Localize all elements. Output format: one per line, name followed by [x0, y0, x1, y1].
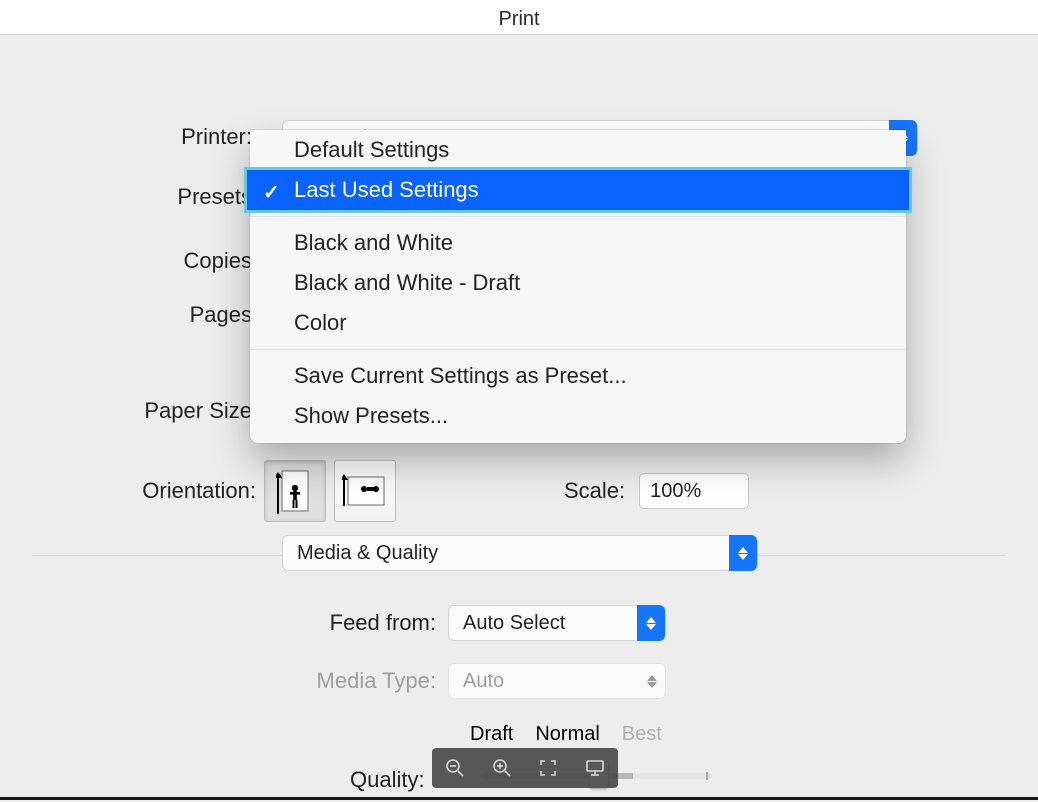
quality-tick-draft: Draft	[470, 723, 513, 746]
media-type-label: Media Type:	[0, 668, 448, 694]
print-dialog: WeWork Printer: Presets Copies Pages Pap…	[0, 34, 1038, 802]
preset-item-bw-draft[interactable]: Black and White - Draft	[250, 263, 906, 303]
present-icon[interactable]	[582, 755, 608, 781]
orientation-landscape-button[interactable]	[334, 460, 396, 522]
printer-label: Printer:	[0, 124, 260, 150]
preset-item-default[interactable]: Default Settings	[250, 130, 906, 170]
orientation-portrait-button[interactable]	[264, 460, 326, 522]
bottom-border	[0, 797, 1038, 800]
quality-tick-best: Best	[622, 723, 662, 746]
media-row: Media Type: Auto	[0, 663, 666, 699]
orientation-label: Orientation:	[0, 478, 264, 504]
zoom-out-icon[interactable]	[442, 755, 468, 781]
quality-label: Quality:	[350, 767, 425, 793]
scale-value: 100%	[650, 480, 701, 503]
preset-item-save[interactable]: Save Current Settings as Preset...	[250, 356, 906, 396]
preset-item-show[interactable]: Show Presets...	[250, 396, 906, 443]
presets-label: Presets	[0, 184, 260, 210]
quality-tick-labels: Draft Normal Best	[470, 723, 662, 746]
dialog-title: Print	[498, 8, 539, 31]
scale-label: Scale:	[564, 478, 625, 504]
zoom-in-icon[interactable]	[489, 755, 515, 781]
scale-input[interactable]: 100%	[639, 473, 749, 509]
menu-separator	[250, 349, 906, 350]
orientation-row: Orientation:	[0, 460, 749, 522]
pages-label: Pages	[0, 302, 260, 328]
feed-from-label: Feed from:	[0, 610, 448, 636]
stepper-icon	[729, 535, 757, 571]
media-type-select: Auto	[448, 663, 666, 699]
quality-tick-normal: Normal	[535, 723, 599, 746]
stepper-icon	[639, 664, 665, 698]
preset-item-last-used[interactable]: ✓ Last Used Settings	[247, 170, 909, 210]
preset-item-bw[interactable]: Black and White	[250, 223, 906, 263]
slider-tick	[706, 772, 708, 780]
portrait-icon	[276, 468, 314, 514]
stepper-icon	[637, 605, 665, 641]
menu-separator	[250, 216, 906, 217]
section-value: Media & Quality	[283, 542, 729, 565]
media-value: Auto	[449, 670, 639, 693]
feed-value: Auto Select	[449, 612, 637, 635]
preset-item-color[interactable]: Color	[250, 303, 906, 343]
copies-label: Copies	[0, 248, 260, 274]
feed-from-select[interactable]: Auto Select	[448, 605, 666, 641]
preset-item-label: Last Used Settings	[294, 177, 479, 202]
presets-dropdown: Default Settings ✓ Last Used Settings Bl…	[250, 130, 906, 443]
feed-row: Feed from: Auto Select	[0, 605, 666, 641]
paper-size-label: Paper Size	[0, 398, 260, 424]
landscape-icon	[342, 472, 388, 510]
check-icon: ✓	[263, 180, 280, 205]
section-select[interactable]: Media & Quality	[282, 535, 758, 571]
fullscreen-icon[interactable]	[535, 755, 561, 781]
viewer-toolbar	[432, 748, 618, 788]
